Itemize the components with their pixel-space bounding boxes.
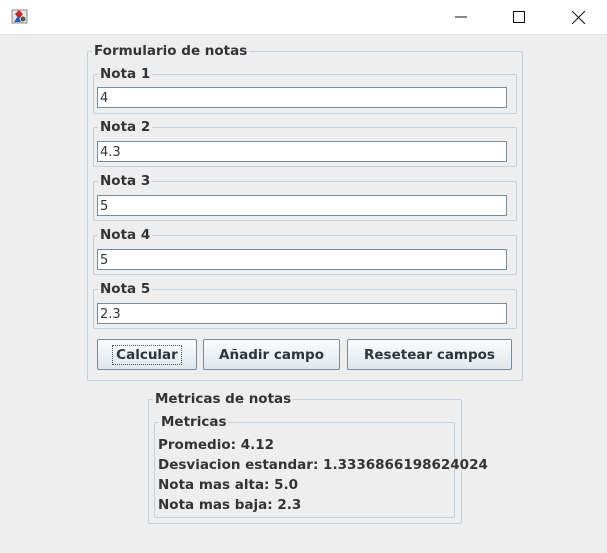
title-bar bbox=[0, 0, 607, 35]
grade-input-2[interactable]: 4.3 bbox=[97, 141, 507, 162]
maximize-icon bbox=[513, 11, 525, 23]
close-icon bbox=[571, 10, 585, 24]
reset-fields-button[interactable]: Resetear campos bbox=[347, 339, 512, 370]
metrics-group-title: Metricas bbox=[161, 414, 227, 430]
max-grade-metric: Nota mas alta: 5.0 bbox=[158, 477, 299, 493]
java-cup-icon bbox=[11, 9, 28, 24]
grade-field-label-1: Nota 1 bbox=[100, 66, 151, 82]
grade-field-label-3: Nota 3 bbox=[100, 173, 151, 189]
average-metric: Promedio: 4.12 bbox=[158, 437, 275, 453]
close-button[interactable] bbox=[549, 0, 607, 34]
grade-input-3[interactable]: 5 bbox=[97, 195, 507, 216]
calculate-button[interactable]: Calcular bbox=[97, 339, 197, 370]
metrics-panel-title: Metricas de notas bbox=[155, 391, 292, 407]
grade-input-5[interactable]: 2.3 bbox=[97, 303, 507, 324]
std-dev-metric: Desviacion estandar: 1.3336866198624024 bbox=[158, 457, 488, 473]
calculate-button-label: Calcular bbox=[112, 344, 182, 365]
grade-input-1[interactable]: 4 bbox=[97, 87, 507, 108]
grades-form-title: Formulario de notas bbox=[94, 43, 248, 59]
minimize-button[interactable] bbox=[432, 0, 490, 34]
grade-field-label-5: Nota 5 bbox=[100, 281, 151, 297]
maximize-button[interactable] bbox=[490, 0, 548, 34]
grade-field-label-2: Nota 2 bbox=[100, 119, 151, 135]
min-grade-metric: Nota mas baja: 2.3 bbox=[158, 497, 302, 513]
minimize-icon bbox=[455, 16, 467, 18]
grade-input-4[interactable]: 5 bbox=[97, 249, 507, 270]
add-field-button[interactable]: Añadir campo bbox=[203, 339, 340, 370]
grade-field-label-4: Nota 4 bbox=[100, 227, 151, 243]
